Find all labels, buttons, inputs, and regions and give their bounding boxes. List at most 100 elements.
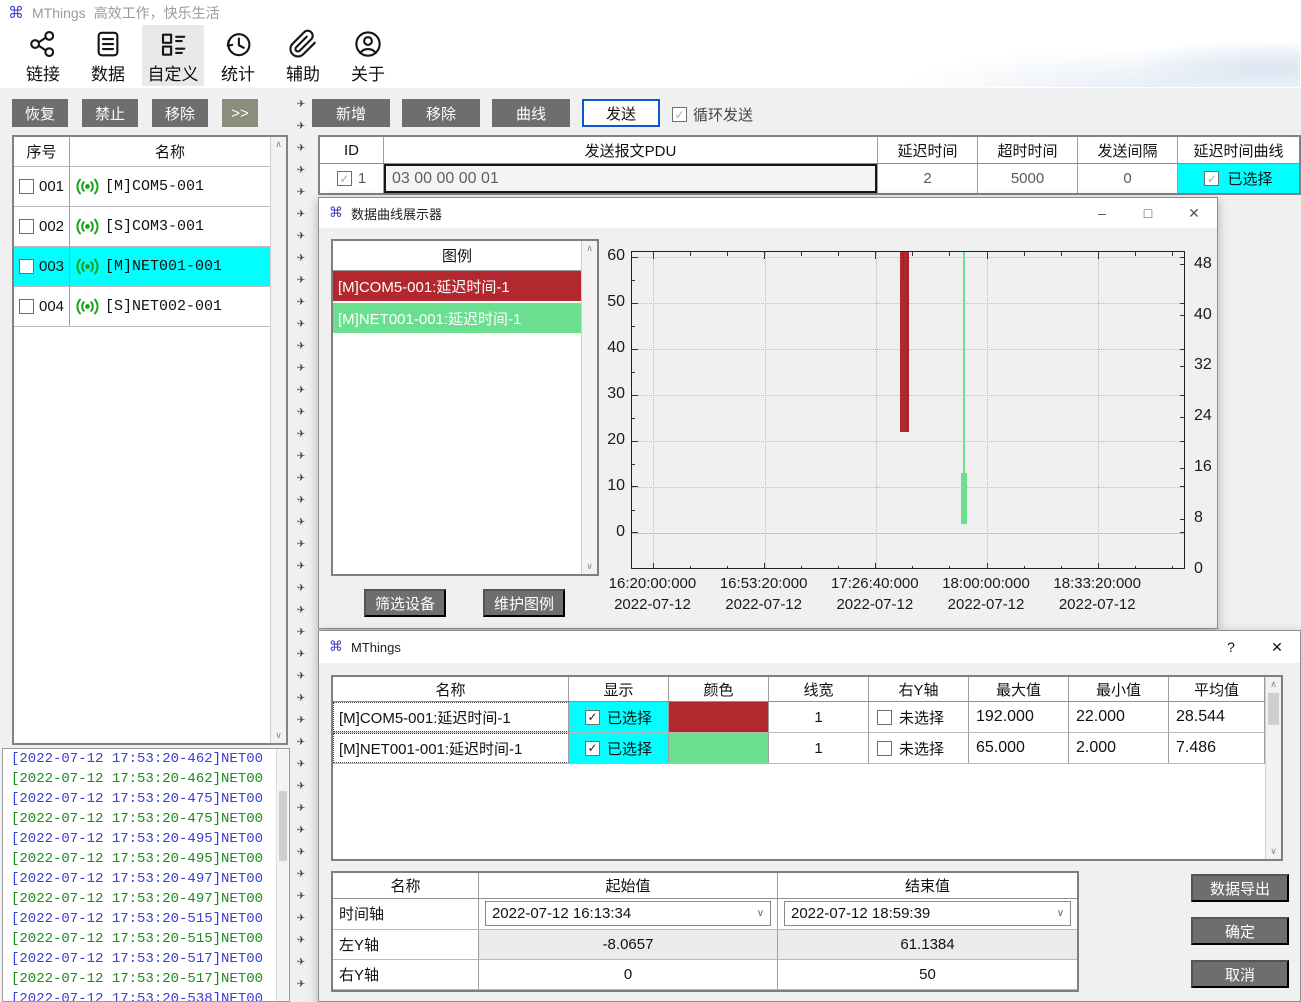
signal-icon (74, 217, 101, 236)
scroll-down-icon[interactable]: ∨ (1266, 844, 1281, 859)
series-table-scrollbar[interactable]: ∧ ∨ (1265, 677, 1281, 859)
loop-send-checkbox-box[interactable]: ✓ (672, 107, 687, 122)
close-icon[interactable]: ✕ (1171, 205, 1217, 222)
right-y-checkbox[interactable] (877, 741, 892, 756)
splitter-handle-glyph: ✈ (297, 468, 305, 490)
x-minor-tick (727, 252, 728, 256)
left-axis-tick-label: 50 (571, 293, 625, 311)
series-display-cell[interactable]: ✓已选择 (569, 733, 669, 763)
forbid-button[interactable]: 禁止 (82, 99, 138, 127)
remove-pdu-button[interactable]: 移除 (402, 99, 480, 127)
display-checkbox[interactable]: ✓ (585, 710, 600, 725)
maximize-icon[interactable]: □ (1125, 205, 1171, 221)
cancel-button[interactable]: 取消 (1191, 960, 1289, 988)
series-linewidth-cell[interactable]: 1 (769, 733, 869, 763)
toolbar-item-自定义[interactable]: 自定义 (142, 25, 204, 86)
log-scrollbar[interactable] (276, 749, 289, 1001)
interval-cell[interactable]: 0 (1078, 164, 1178, 193)
toolbar-item-数据[interactable]: 数据 (77, 25, 139, 86)
legend-header: 图例 (333, 241, 581, 271)
col-display: 显示 (569, 677, 669, 701)
right-y-end[interactable]: 50 (778, 960, 1077, 989)
legend-item[interactable]: [M]COM5-001:延迟时间-1 (333, 271, 581, 301)
device-row-003[interactable]: 003[M]NET001-001 (14, 247, 270, 287)
toolbar-item-辅助[interactable]: 辅助 (272, 25, 334, 86)
scroll-down-icon[interactable]: ∨ (271, 728, 286, 743)
pdu-row-checkbox[interactable]: ✓ (337, 171, 352, 186)
series-right-y-cell[interactable]: 未选择 (869, 733, 969, 763)
series-linewidth-cell[interactable]: 1 (769, 702, 869, 732)
device-row-004[interactable]: 004[S]NET002-001 (14, 287, 270, 327)
series-color-swatch[interactable] (669, 702, 769, 732)
series-name-cell: [M]COM5-001:延迟时间-1 (333, 702, 569, 732)
series-max-cell: 65.000 (969, 733, 1069, 763)
loop-send-checkbox[interactable]: ✓ 循环发送 (672, 104, 753, 125)
device-table-header-num: 序号 (14, 137, 70, 166)
splitter-handle-glyph: ✈ (297, 446, 305, 468)
display-checkbox[interactable]: ✓ (585, 741, 600, 756)
curve-cell[interactable]: ✓ 已选择 (1178, 164, 1299, 193)
remove-link-button[interactable]: 移除 (152, 99, 208, 127)
right-y-label: 未选择 (899, 738, 944, 759)
filter-device-button[interactable]: 筛选设备 (364, 589, 446, 617)
scroll-up-icon[interactable]: ∧ (271, 137, 286, 152)
x-minor-tick (801, 252, 802, 256)
device-row-checkbox[interactable] (19, 219, 34, 234)
x-minor-tick (1172, 566, 1173, 569)
toolbar-item-统计[interactable]: 统计 (207, 25, 269, 86)
add-pdu-button[interactable]: 新增 (312, 99, 390, 127)
device-row-001[interactable]: 001[M]COM5-001 (14, 167, 270, 207)
series-scroll-thumb[interactable] (1268, 693, 1279, 725)
series-color-swatch[interactable] (669, 733, 769, 763)
scroll-down-icon[interactable]: ∨ (582, 559, 597, 574)
help-icon[interactable]: ? (1208, 639, 1254, 655)
delay-cell[interactable]: 2 (878, 164, 978, 193)
send-table-row[interactable]: ✓ 1 03 00 00 00 01 2 5000 0 ✓ 已选择 (320, 164, 1299, 193)
minimize-icon[interactable]: – (1079, 205, 1125, 221)
message-log-panel[interactable]: [2022-07-12 17:53:20-462]NET00 [2022-07-1… (2, 748, 290, 1002)
send-pdu-table: ID 发送报文PDU 延迟时间 超时时间 发送间隔 延迟时间曲线 ✓ 1 03 … (318, 135, 1301, 195)
pdu-input[interactable]: 03 00 00 00 01 (384, 164, 877, 193)
device-row-checkbox[interactable] (19, 179, 34, 194)
device-row-002[interactable]: 002[S]COM3-001 (14, 207, 270, 247)
x-axis-date-label: 2022-07-12 (1022, 596, 1172, 613)
chart-plot[interactable] (631, 251, 1185, 569)
toolbar-item-链接[interactable]: 链接 (12, 25, 74, 86)
device-row-name-cell: [S]NET002-001 (70, 287, 270, 326)
right-y-start[interactable]: 0 (479, 960, 778, 989)
close-icon[interactable]: ✕ (1254, 639, 1300, 656)
y-minor-tick (632, 280, 635, 281)
log-line: [2022-07-12 17:53:20-495]NET00 (3, 829, 289, 849)
curve-dialog-title-bar[interactable]: ⌘ 数据曲线展示器 – □ ✕ (319, 198, 1217, 228)
time-start-combobox[interactable]: 2022-07-12 16:13:34 ∨ (485, 901, 771, 926)
timeout-cell[interactable]: 5000 (978, 164, 1078, 193)
restore-button[interactable]: 恢复 (12, 99, 68, 127)
settings-dialog-title-bar[interactable]: ⌘ MThings ? ✕ (319, 631, 1300, 663)
chevron-down-icon: ∨ (757, 908, 764, 919)
curve-cell-checkbox[interactable]: ✓ (1204, 171, 1219, 186)
curve-button[interactable]: 曲线 (492, 99, 570, 127)
series-display-cell[interactable]: ✓已选择 (569, 702, 669, 732)
series-right-y-cell[interactable]: 未选择 (869, 702, 969, 732)
device-row-checkbox[interactable] (19, 299, 34, 314)
device-table-scrollbar[interactable]: ∧ ∨ (270, 137, 286, 743)
log-line: [2022-07-12 17:53:20-462]NET00 (3, 749, 289, 769)
ok-button[interactable]: 确定 (1191, 917, 1289, 945)
scroll-up-icon[interactable]: ∧ (1266, 677, 1281, 692)
time-end-combobox[interactable]: 2022-07-12 18:59:39 ∨ (784, 901, 1071, 926)
legend-item[interactable]: [M]NET001-001:延迟时间-1 (333, 303, 581, 333)
send-button[interactable]: 发送 (582, 99, 660, 127)
y-tick (632, 532, 638, 533)
export-data-button[interactable]: 数据导出 (1191, 874, 1289, 902)
toolbar-item-关于[interactable]: 关于 (337, 25, 399, 86)
log-scroll-thumb[interactable] (279, 791, 287, 861)
expand-panel-button[interactable]: >> (222, 99, 258, 127)
maintain-legend-button[interactable]: 维护图例 (483, 589, 565, 617)
device-row-checkbox[interactable] (19, 259, 34, 274)
x-minor-tick (1061, 566, 1062, 569)
series-row[interactable]: [M]NET001-001:延迟时间-1✓已选择1未选择65.0002.0007… (333, 733, 1265, 764)
panel-splitter[interactable]: ✈✈✈✈✈✈✈✈✈✈✈✈✈✈✈✈✈✈✈✈✈✈✈✈✈✈✈✈✈✈✈✈✈✈✈✈✈✈✈✈… (292, 94, 310, 1002)
series-table: 名称 显示 颜色 线宽 右Y轴 最大值 最小值 平均值 [M]COM5-001:… (331, 675, 1283, 861)
series-row[interactable]: [M]COM5-001:延迟时间-1✓已选择1未选择192.00022.0002… (333, 702, 1265, 733)
right-y-checkbox[interactable] (877, 710, 892, 725)
